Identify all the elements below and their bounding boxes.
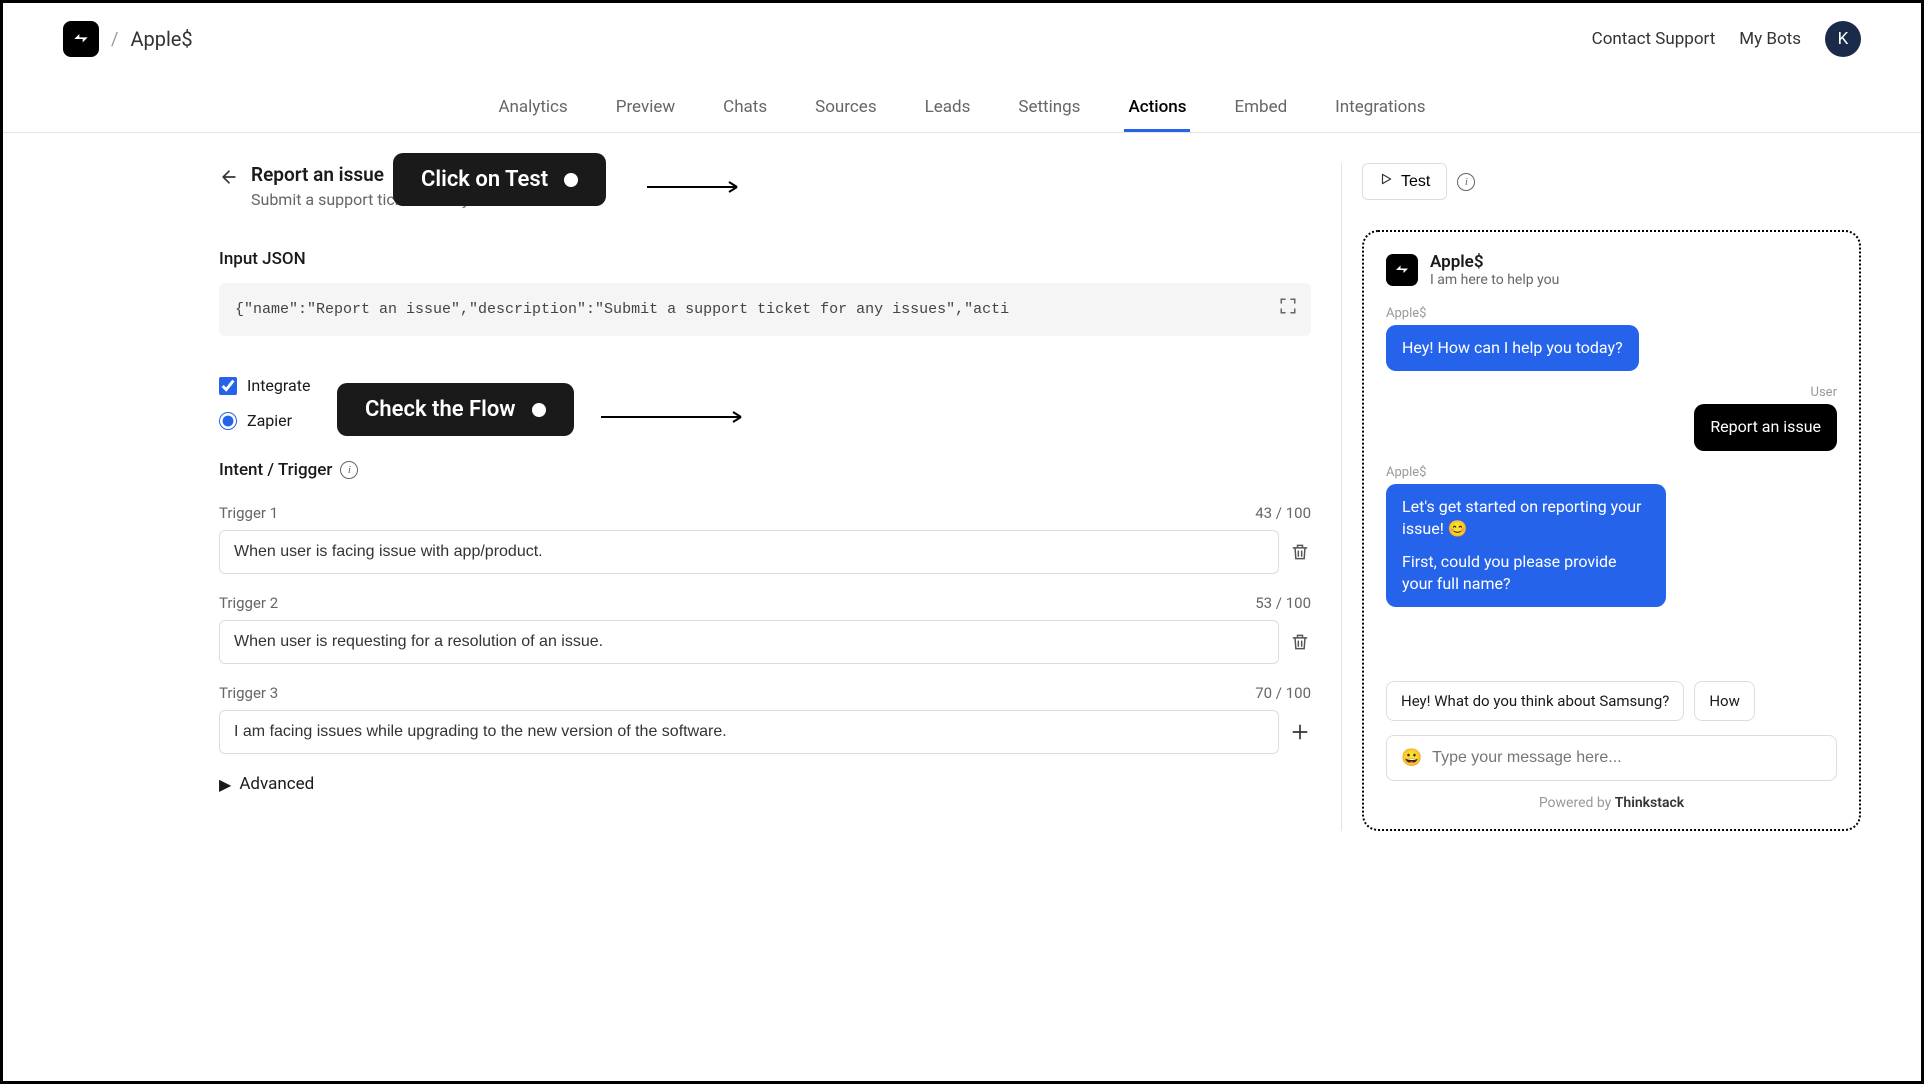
chat-sender-label: Apple$ (1386, 465, 1837, 480)
chat-suggestion[interactable]: How (1694, 681, 1755, 721)
app-logo[interactable] (63, 21, 99, 57)
chat-widget: Apple$ I am here to help you Apple$ Hey!… (1362, 230, 1861, 831)
plus-icon[interactable] (1289, 721, 1311, 743)
callout-flow: Check the Flow (337, 383, 574, 436)
trigger-2-label: Trigger 2 (219, 594, 278, 612)
play-icon (1379, 172, 1393, 191)
zapier-label: Zapier (247, 411, 292, 430)
info-icon[interactable]: i (340, 461, 358, 479)
trigger-3-input[interactable] (219, 710, 1279, 754)
chat-subtitle: I am here to help you (1430, 272, 1559, 288)
tab-settings[interactable]: Settings (1014, 85, 1084, 132)
chat-bot-message: Let's get started on reporting your issu… (1386, 484, 1666, 608)
back-arrow-icon[interactable] (219, 167, 239, 191)
tab-leads[interactable]: Leads (921, 85, 975, 132)
expand-icon[interactable] (1279, 297, 1297, 320)
input-json-label: Input JSON (219, 249, 1311, 269)
trigger-2-input[interactable] (219, 620, 1279, 664)
tab-integrations[interactable]: Integrations (1331, 85, 1429, 132)
chat-suggestion[interactable]: Hey! What do you think about Samsung? (1386, 681, 1684, 721)
chat-bot-message: Hey! How can I help you today? (1386, 325, 1639, 371)
nav-tabs: Analytics Preview Chats Sources Leads Se… (3, 85, 1921, 133)
callout-test: Click on Test (393, 153, 606, 206)
tab-actions[interactable]: Actions (1124, 85, 1190, 132)
caret-right-icon: ▶ (219, 775, 231, 794)
trigger-1-input[interactable] (219, 530, 1279, 574)
trash-icon[interactable] (1289, 541, 1311, 563)
test-button[interactable]: Test (1362, 163, 1447, 200)
chat-logo (1386, 254, 1418, 286)
chat-sender-label: User (1386, 385, 1837, 400)
tab-analytics[interactable]: Analytics (494, 85, 571, 132)
chat-title: Apple$ (1430, 252, 1559, 272)
trigger-1-count: 43 / 100 (1255, 504, 1311, 522)
callout-dot (564, 173, 578, 187)
chat-sender-label: Apple$ (1386, 306, 1837, 321)
advanced-label: Advanced (239, 774, 314, 794)
integrate-checkbox[interactable] (219, 377, 237, 395)
breadcrumb-separator: / (111, 29, 118, 50)
json-code-box[interactable]: {"name":"Report an issue","description":… (219, 283, 1311, 336)
info-icon[interactable]: i (1457, 173, 1475, 191)
zapier-radio[interactable] (219, 412, 237, 430)
emoji-icon[interactable]: 😀 (1401, 748, 1422, 768)
advanced-toggle[interactable]: ▶ Advanced (219, 774, 1311, 794)
chat-user-message: Report an issue (1694, 404, 1837, 450)
user-avatar[interactable]: K (1825, 21, 1861, 57)
tab-sources[interactable]: Sources (811, 85, 880, 132)
trigger-1-label: Trigger 1 (219, 504, 278, 522)
arrow-icon (647, 177, 747, 197)
my-bots-link[interactable]: My Bots (1739, 29, 1801, 49)
intent-trigger-label: Intent / Trigger (219, 460, 332, 480)
page-title: Report an issue (251, 163, 384, 186)
trigger-3-count: 70 / 100 (1255, 684, 1311, 702)
tab-preview[interactable]: Preview (612, 85, 679, 132)
trigger-2-count: 53 / 100 (1255, 594, 1311, 612)
trigger-3-label: Trigger 3 (219, 684, 278, 702)
chat-input[interactable] (1432, 749, 1822, 767)
arrow-icon (601, 407, 751, 427)
contact-support-link[interactable]: Contact Support (1592, 29, 1716, 49)
json-content: {"name":"Report an issue","description":… (235, 301, 1009, 318)
tab-embed[interactable]: Embed (1230, 85, 1291, 132)
trash-icon[interactable] (1289, 631, 1311, 653)
tab-chats[interactable]: Chats (719, 85, 771, 132)
breadcrumb[interactable]: Apple$ (130, 27, 192, 51)
callout-dot (532, 403, 546, 417)
integrate-label: Integrate (247, 376, 310, 395)
chat-footer: Powered by Thinkstack (1386, 795, 1837, 811)
